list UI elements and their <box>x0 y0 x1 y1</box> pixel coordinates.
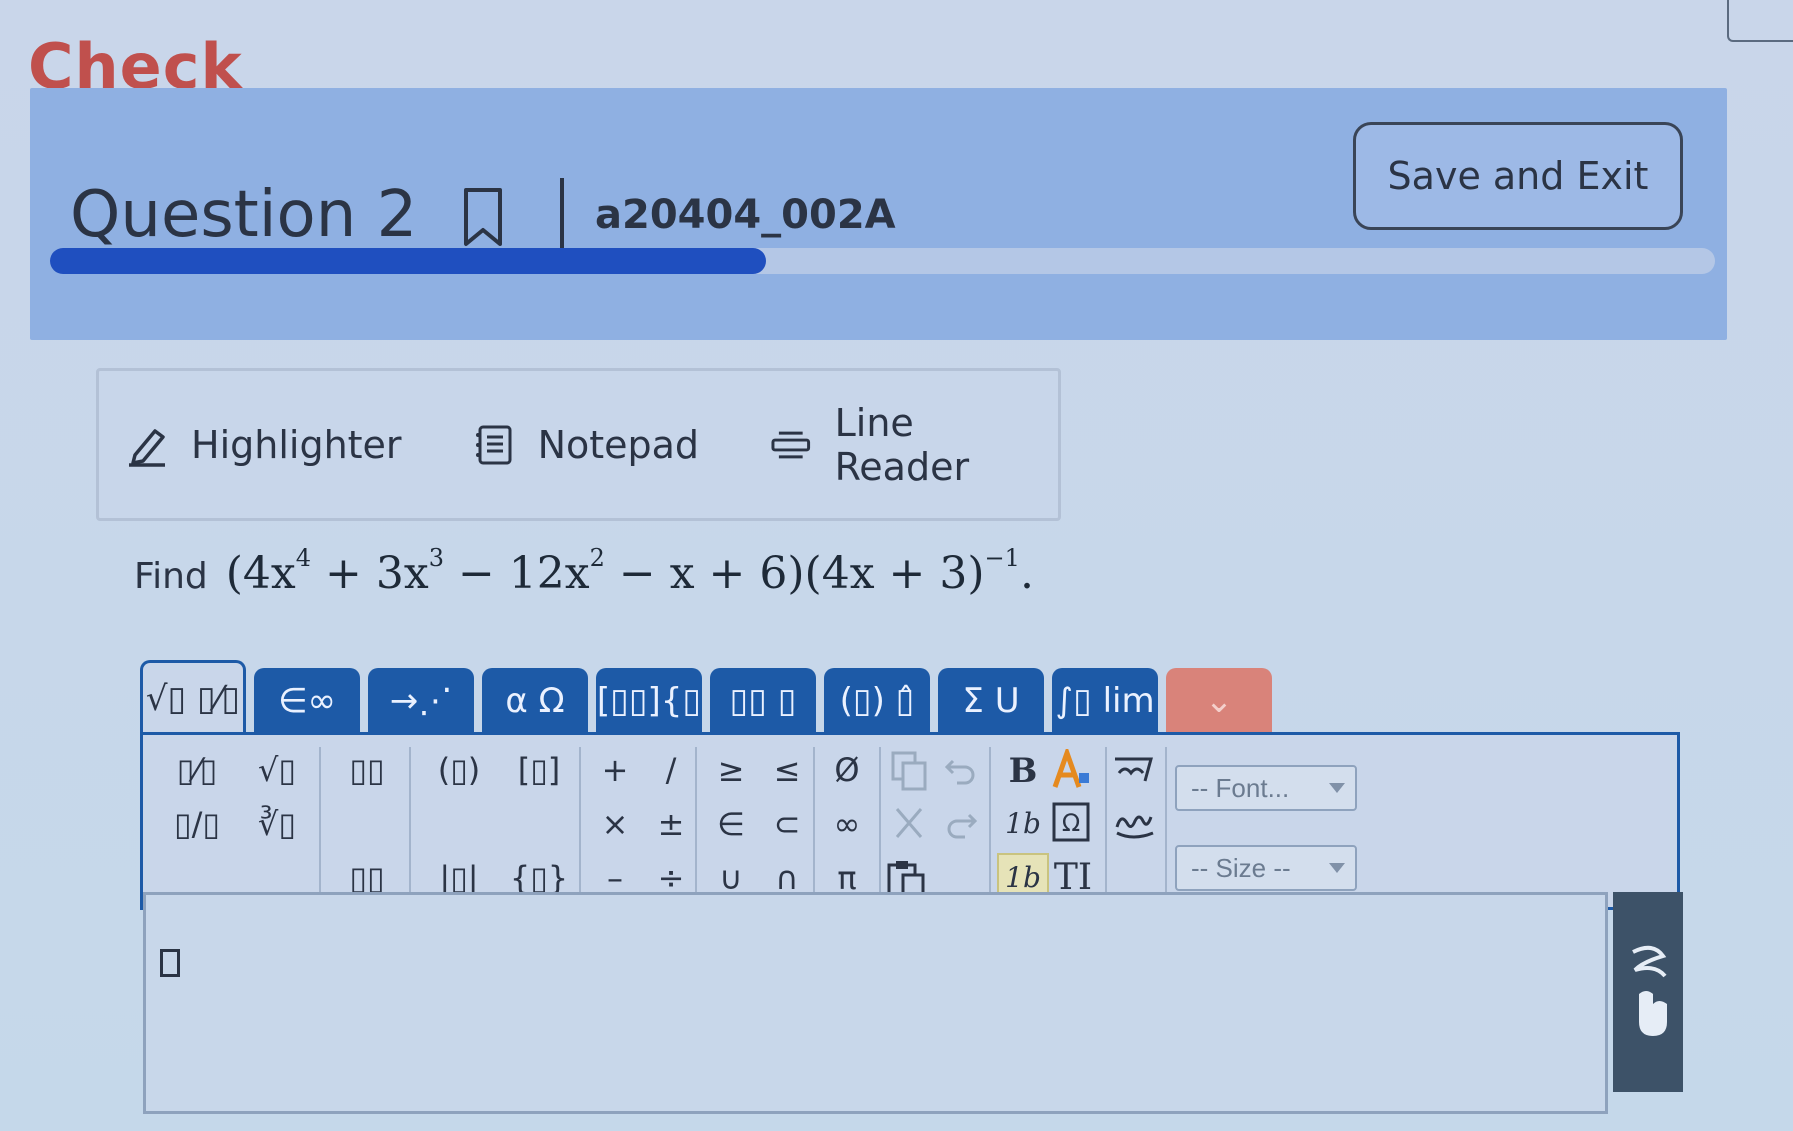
tab-basic[interactable]: √▯ ▯⁄▯ <box>140 660 246 734</box>
line-reader-label: Line Reader <box>834 400 970 489</box>
slash-fraction-button[interactable]: ▯/▯ <box>157 799 237 849</box>
font-select[interactable]: -- Font... <box>1175 765 1357 811</box>
line-reader-icon <box>771 431 811 458</box>
palette-divider <box>1165 747 1167 899</box>
progress-bar <box>50 248 1715 274</box>
underline-arrow-icon[interactable] <box>1111 751 1159 791</box>
palette-divider <box>989 747 991 899</box>
palette-divider <box>813 747 815 899</box>
progress-fill <box>50 248 766 274</box>
empty-set-button[interactable]: Ø <box>819 745 875 795</box>
cut-icon[interactable] <box>889 805 929 845</box>
question-title: Question 2 <box>70 178 418 252</box>
palette-divider <box>319 747 321 899</box>
subset-button[interactable]: ⊂ <box>759 799 815 849</box>
tab-calculus[interactable]: ∫▯ lim <box>1052 668 1158 734</box>
divide-slash-button[interactable]: / <box>643 745 699 795</box>
plus-button[interactable]: + <box>587 745 643 795</box>
highlighter-label: Highlighter <box>191 422 402 467</box>
times-button[interactable]: × <box>587 799 643 849</box>
line-reader-tool[interactable]: Line Reader <box>769 401 1058 489</box>
special-char-icon[interactable]: Ω <box>1051 801 1091 843</box>
relation-group: ≥ ≤ ∈ ⊂ ∪ ∩ <box>703 745 815 903</box>
tab-sums[interactable]: Σ U <box>938 668 1044 734</box>
palette-tabs: √▯ ▯⁄▯ ∈∞ →⋰ α Ω [▯▯]{▯ ▯▯ ▯ (▯) ▯̂ Σ U … <box>140 660 1272 734</box>
italic-icon[interactable]: 1b <box>1001 801 1045 845</box>
bracket-group: (▯) [▯] |▯| {▯} <box>419 745 579 903</box>
chevron-down-icon <box>1329 863 1345 873</box>
redo-icon[interactable] <box>943 807 979 843</box>
pencil-icon <box>129 428 165 467</box>
bold-icon[interactable]: B <box>1001 749 1045 793</box>
palette-divider <box>879 747 881 899</box>
notepad-label: Notepad <box>537 422 700 467</box>
tab-collapse[interactable]: ⌄ <box>1166 668 1272 734</box>
chevron-down-icon <box>1329 783 1345 793</box>
basic-group: ▯⁄▯ √▯ ▯/▯ ∛▯ <box>157 745 317 849</box>
handwriting-panel[interactable] <box>1613 892 1683 1092</box>
question-id: a20404_002A <box>595 192 896 238</box>
question-expression: (4x4 + 3x3 − 12x2 − x + 6)(4x + 3)−1. <box>225 544 1034 599</box>
math-editor: √▯ ▯⁄▯ ∈∞ →⋰ α Ω [▯▯]{▯ ▯▯ ▯ (▯) ▯̂ Σ U … <box>140 660 1683 1120</box>
operator-group: + / × ± – ÷ <box>587 745 699 903</box>
question-header: Question 2 a20404_002A Save and Exit <box>30 88 1727 340</box>
palette-divider <box>409 747 411 899</box>
tab-scripts[interactable]: ▯▯ ▯ <box>710 668 816 734</box>
question-text: Find (4x4 + 3x3 − 12x2 − x + 6)(4x + 3)−… <box>134 544 1034 599</box>
svg-text:Ω: Ω <box>1062 809 1080 837</box>
hand-pointer-icon <box>1632 945 1667 1036</box>
notepad-tool[interactable]: Notepad <box>472 423 699 467</box>
font-select-value: -- Font... <box>1191 772 1290 803</box>
bookmark-icon[interactable] <box>456 186 510 248</box>
corner-frame <box>1727 0 1793 42</box>
less-equal-button[interactable]: ≤ <box>759 745 815 795</box>
copy-icon[interactable] <box>889 749 929 793</box>
tab-sets[interactable]: ∈∞ <box>254 668 360 734</box>
tab-greek[interactable]: α Ω <box>482 668 588 734</box>
highlighter-tool[interactable]: Highlighter <box>125 423 402 467</box>
tools-bar: Highlighter Notepad Line Reader <box>96 368 1061 521</box>
handwriting-icon[interactable] <box>1111 803 1159 843</box>
element-of-button[interactable]: ∈ <box>703 799 759 849</box>
palette-divider <box>1105 747 1107 899</box>
sqrt-button[interactable]: √▯ <box>237 745 317 795</box>
notepad-icon <box>475 425 512 464</box>
tab-matrix[interactable]: [▯▯]{▯ <box>596 668 702 734</box>
placeholder-box <box>160 949 180 977</box>
palette-divider <box>579 747 581 899</box>
infinity-button[interactable]: ∞ <box>819 799 875 849</box>
greater-equal-button[interactable]: ≥ <box>703 745 759 795</box>
nth-root-button[interactable]: ∛▯ <box>237 799 317 849</box>
text-color-icon[interactable] <box>1049 749 1093 793</box>
tab-accents[interactable]: (▯) ▯̂ <box>824 668 930 734</box>
fraction-button[interactable]: ▯⁄▯ <box>157 745 237 795</box>
superscript-button[interactable]: ▯▯ <box>329 745 405 795</box>
answer-input[interactable] <box>143 892 1608 1114</box>
tab-arrows[interactable]: →⋰ <box>368 668 474 734</box>
size-select-value: -- Size -- <box>1191 852 1291 883</box>
symbol-palette: ▯⁄▯ √▯ ▯/▯ ∛▯ ▯▯ ▯▯ (▯) [▯] |▯| {▯} + / … <box>140 732 1680 910</box>
palette-divider <box>695 747 697 899</box>
square-brackets-button[interactable]: [▯] <box>499 745 579 795</box>
size-select[interactable]: -- Size -- <box>1175 845 1357 891</box>
plus-minus-button[interactable]: ± <box>643 799 699 849</box>
parentheses-button[interactable]: (▯) <box>419 745 499 795</box>
question-prefix: Find <box>134 556 208 597</box>
save-and-exit-button[interactable]: Save and Exit <box>1353 122 1683 230</box>
undo-icon[interactable] <box>943 753 979 789</box>
power-group: ▯▯ ▯▯ <box>329 745 405 903</box>
header-divider <box>560 178 564 254</box>
constant-group: Ø ∞ π <box>819 745 875 903</box>
